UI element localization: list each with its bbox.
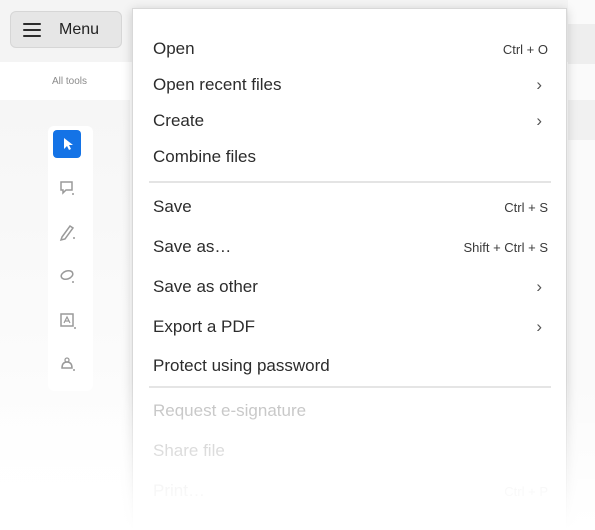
comment-icon [60,181,74,195]
lasso-icon [60,269,74,283]
lasso-tool-button[interactable] [53,262,81,290]
menu-item-protect-label: Protect using password [153,356,330,375]
chevron-right-icon: › [536,111,542,130]
file-menu-dropdown: Open Ctrl + O Open recent files › Create… [132,8,567,530]
menu-item-combine-label: Combine files [153,147,256,166]
menu-item-share[interactable]: Share file [153,435,548,467]
menu-item-print-shortcut: Ctrl + P [504,483,548,499]
stamp-tool-button[interactable] [53,350,81,378]
menu-item-protect[interactable]: Protect using password [153,350,548,382]
menu-item-save-as-label: Save as… [153,237,232,256]
text-tool-button[interactable] [53,306,81,334]
menu-item-save-as[interactable]: Save as… Shift + Ctrl + S [153,231,548,263]
menu-item-export-pdf-label: Export a PDF [153,317,256,336]
menu-item-open-recent[interactable]: Open recent files › [153,69,548,101]
draw-tool-button[interactable] [53,218,81,246]
select-tool-button[interactable] [53,130,81,158]
menu-item-export-pdf[interactable]: Export a PDF › [153,311,548,343]
menu-item-open-label: Open [153,39,195,58]
menu-item-request-esignature[interactable]: Request e-signature [153,395,548,427]
menu-button[interactable]: Menu [10,11,122,48]
menu-item-save-as-other-label: Save as other [153,277,258,296]
menu-item-save[interactable]: Save Ctrl + S [153,191,548,223]
comment-tool-button[interactable] [53,174,81,202]
menu-separator [149,386,551,388]
pen-icon [59,224,75,242]
menu-item-print[interactable]: Print… Ctrl + P [153,475,548,507]
menu-item-save-as-shortcut: Shift + Ctrl + S [463,239,548,255]
menu-item-save-label: Save [153,197,192,216]
menu-button-label: Menu [59,21,100,38]
menu-item-open-shortcut: Ctrl + O [502,41,548,57]
menu-item-create-label: Create [153,111,205,130]
menu-item-save-shortcut: Ctrl + S [504,199,548,215]
stamp-icon [61,357,75,371]
all-tools-label[interactable]: All tools [52,76,87,87]
chevron-right-icon: › [536,317,542,336]
menu-separator [149,181,551,183]
right-background-strip [568,0,595,530]
menu-item-request-esignature-label: Request e-signature [153,401,307,420]
menu-item-open[interactable]: Open Ctrl + O [153,33,548,65]
text-box-icon [60,313,76,329]
menu-item-combine[interactable]: Combine files [153,141,548,173]
menu-item-open-recent-label: Open recent files [153,75,282,94]
menu-item-create[interactable]: Create › [153,105,548,137]
menu-item-print-label: Print… [153,481,205,500]
chevron-right-icon: › [536,75,542,94]
chevron-right-icon: › [536,277,542,296]
menu-item-save-as-other[interactable]: Save as other › [153,271,548,303]
quick-tools-toolbar [48,126,93,391]
hamburger-icon [23,23,41,37]
select-cursor-icon [64,138,73,150]
menu-item-share-label: Share file [153,441,225,460]
